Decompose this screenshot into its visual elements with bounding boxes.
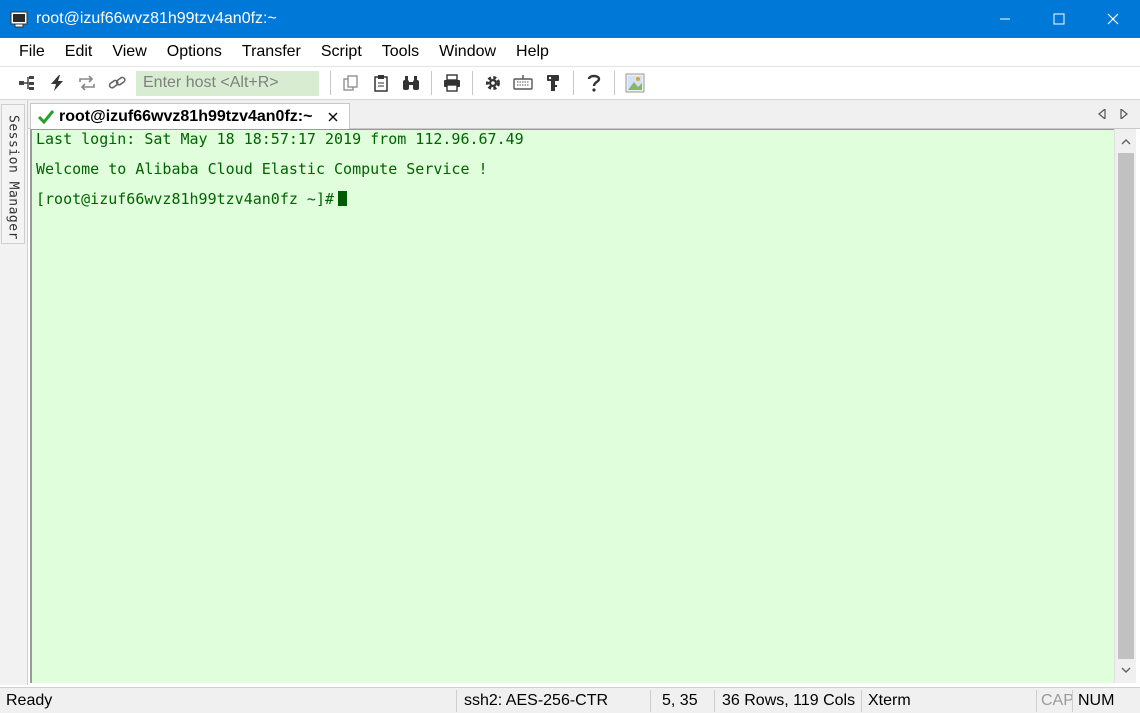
sftp-button[interactable]	[538, 70, 568, 96]
menu-script[interactable]: Script	[311, 38, 372, 66]
session-manager-tab[interactable]: Session Manager	[1, 104, 25, 244]
menu-window[interactable]: Window	[429, 38, 506, 66]
menu-options[interactable]: Options	[157, 38, 232, 66]
disconnect-button[interactable]	[102, 70, 132, 96]
key-icon	[547, 75, 559, 91]
gear-icon	[486, 76, 500, 90]
close-button[interactable]	[1086, 0, 1140, 38]
tile-button[interactable]	[620, 70, 650, 96]
minimize-icon	[1000, 18, 1010, 20]
terminal-prompt: [root@izuf66wvz81h99tzv4an0fz ~]#	[36, 190, 335, 208]
status-emulation: Xterm	[868, 692, 911, 709]
terminal-line: Welcome to Alibaba Cloud Elastic Compute…	[36, 160, 488, 178]
status-num-indicator: NUM	[1078, 692, 1115, 709]
copy-icon	[343, 75, 358, 91]
status-cap-indicator: CAP	[1041, 692, 1074, 709]
menu-view[interactable]: View	[102, 38, 156, 66]
maximize-icon	[1053, 13, 1065, 25]
toolbar-separator	[431, 71, 432, 95]
connect-tree-icon	[19, 76, 34, 90]
title-bar: root@izuf66wvz81h99tzv4an0fz:~	[0, 0, 1140, 38]
status-protocol: ssh2: AES-256-CTR	[464, 692, 609, 709]
copy-button[interactable]	[336, 70, 366, 96]
tab-scroll-right-icon[interactable]	[1116, 106, 1132, 122]
securecrt-app-icon	[10, 10, 28, 28]
quick-connect-button[interactable]	[42, 70, 72, 96]
reconnect-button[interactable]	[72, 70, 102, 96]
status-text: Ready	[6, 692, 53, 709]
menu-tools[interactable]: Tools	[372, 38, 429, 66]
toolbar	[0, 66, 1140, 100]
paste-button[interactable]	[366, 70, 396, 96]
maximize-button[interactable]	[1032, 0, 1086, 38]
tab-scroll-left-icon[interactable]	[1094, 106, 1110, 122]
menu-edit[interactable]: Edit	[55, 38, 103, 66]
menu-help[interactable]: Help	[506, 38, 559, 66]
session-options-button[interactable]	[478, 70, 508, 96]
printer-icon	[444, 74, 460, 92]
binoculars-icon	[403, 76, 419, 90]
find-button[interactable]	[396, 70, 426, 96]
image-tile-icon	[625, 73, 645, 93]
terminal-prompt-line: [root@izuf66wvz81h99tzv4an0fz ~]#	[36, 191, 1114, 221]
close-icon	[1107, 13, 1119, 25]
tab-bar: root@izuf66wvz81h99tzv4an0fz:~	[28, 100, 1140, 130]
minimize-button[interactable]	[978, 0, 1032, 38]
chain-link-icon	[108, 76, 126, 89]
help-button[interactable]	[579, 70, 609, 96]
status-divider	[861, 690, 862, 712]
status-divider	[456, 690, 457, 712]
help-question-icon	[587, 74, 601, 92]
status-divider	[650, 690, 651, 712]
toolbar-separator	[614, 71, 615, 95]
menu-file[interactable]: File	[9, 38, 55, 66]
scroll-down-icon[interactable]	[1115, 659, 1137, 681]
terminal-area[interactable]: Last login: Sat May 18 18:57:17 2019 fro…	[30, 129, 1114, 683]
tab-close-icon[interactable]	[325, 109, 341, 125]
enter-host-input[interactable]	[136, 70, 319, 96]
terminal-line: Last login: Sat May 18 18:57:17 2019 fro…	[36, 130, 524, 148]
terminal-cursor	[338, 191, 348, 206]
reconnect-icon	[79, 75, 95, 91]
status-dimensions: 36 Rows, 119 Cols	[722, 692, 856, 709]
status-divider	[714, 690, 715, 712]
session-manager-label: Session Manager	[5, 115, 21, 240]
connect-button[interactable]	[12, 70, 42, 96]
toolbar-separator	[472, 71, 473, 95]
scroll-up-icon[interactable]	[1115, 131, 1137, 153]
toolbar-separator	[330, 71, 331, 95]
print-button[interactable]	[437, 70, 467, 96]
tab-label: root@izuf66wvz81h99tzv4an0fz:~	[59, 108, 313, 125]
keymap-button[interactable]	[508, 70, 538, 96]
menu-bar: File Edit View Options Transfer Script T…	[0, 38, 1140, 66]
toolbar-separator	[573, 71, 574, 95]
window-title: root@izuf66wvz81h99tzv4an0fz:~	[36, 10, 277, 27]
lightning-icon	[51, 75, 63, 91]
vertical-scrollbar[interactable]	[1114, 129, 1136, 683]
menu-transfer[interactable]: Transfer	[232, 38, 311, 66]
scrollbar-thumb[interactable]	[1118, 153, 1134, 659]
status-bar: Ready ssh2: AES-256-CTR 5, 35 36 Rows, 1…	[0, 687, 1140, 713]
keyboard-icon	[513, 75, 533, 90]
clipboard-icon	[374, 75, 388, 92]
status-cursor-position: 5, 35	[662, 692, 698, 709]
connected-check-icon	[37, 109, 55, 125]
status-divider	[1072, 690, 1073, 712]
tab-session[interactable]: root@izuf66wvz81h99tzv4an0fz:~	[30, 103, 350, 130]
status-divider	[1036, 690, 1037, 712]
